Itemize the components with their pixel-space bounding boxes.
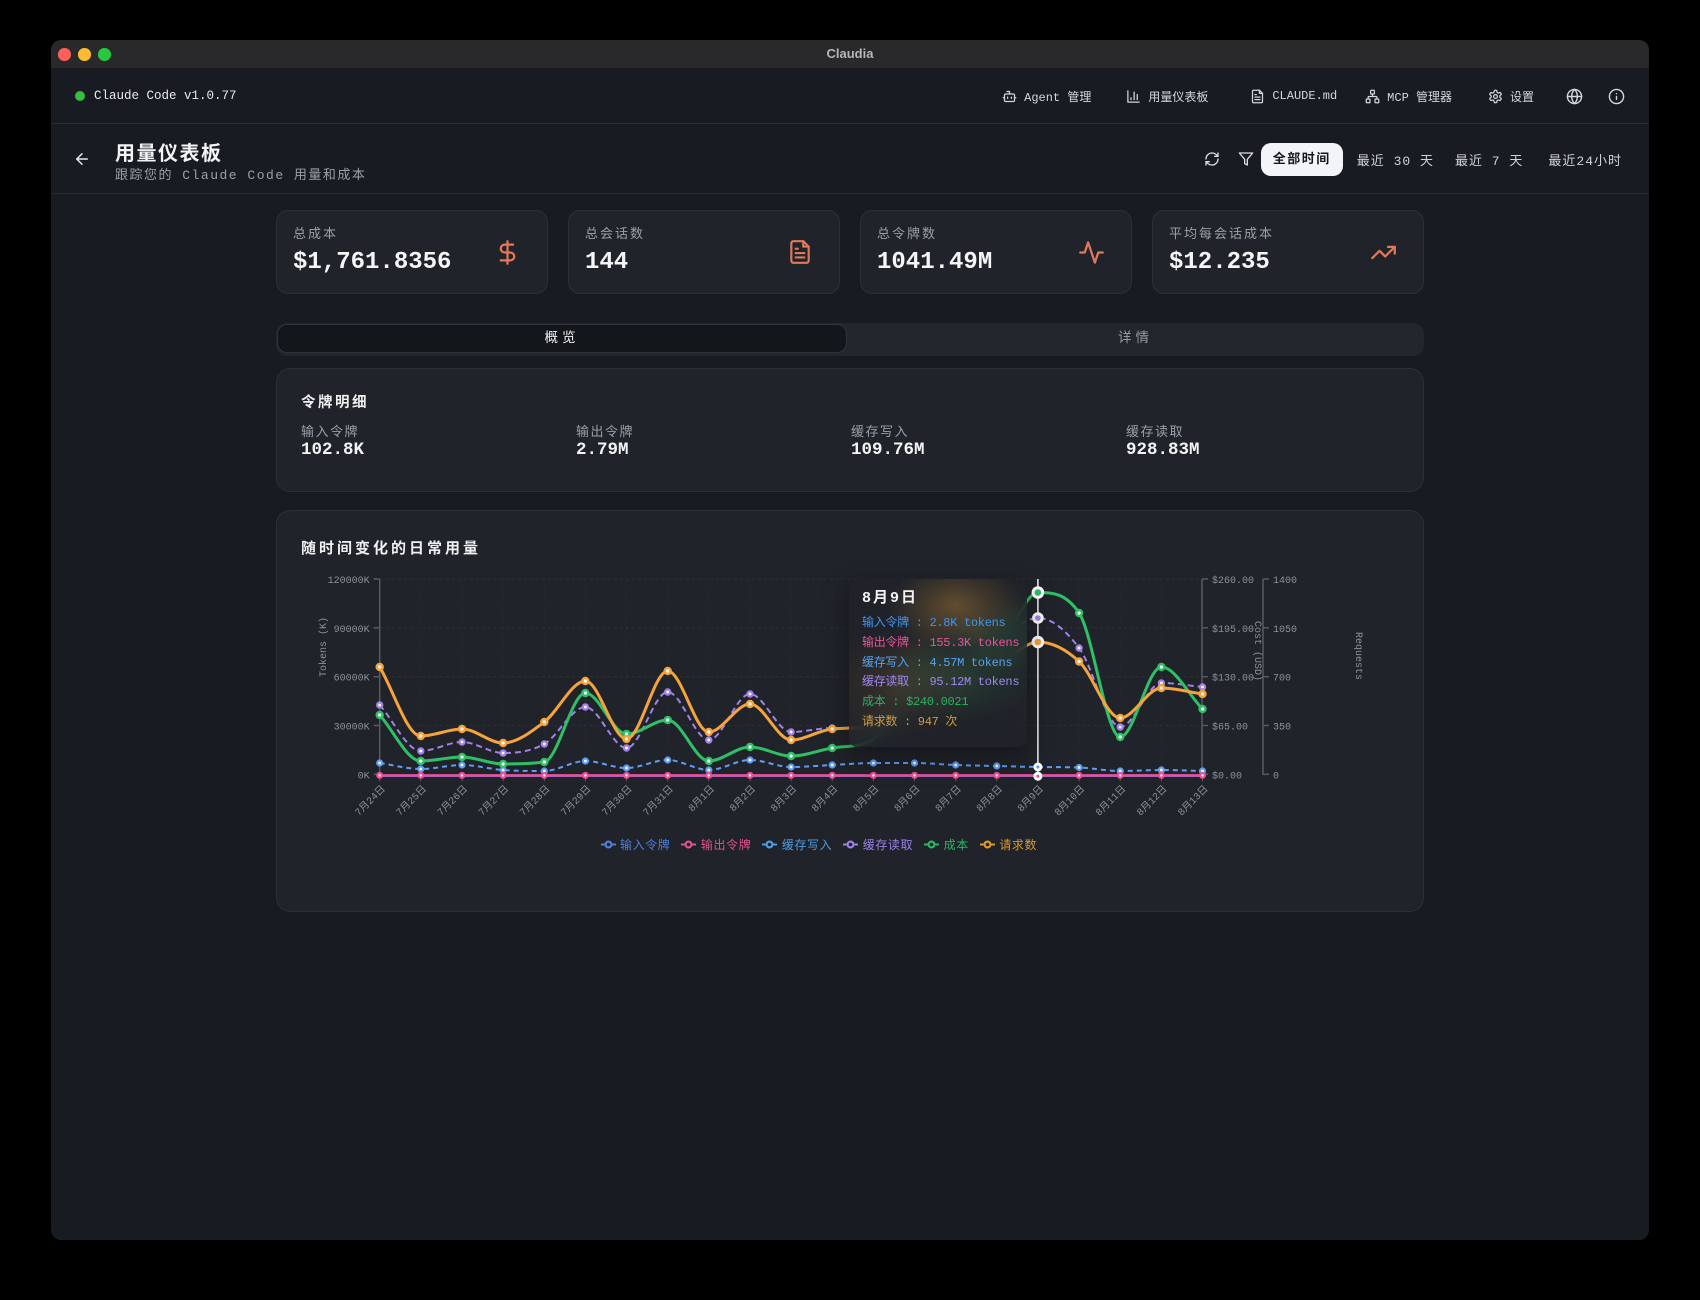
svg-text:0: 0 bbox=[1273, 771, 1279, 782]
svg-text:$260.00: $260.00 bbox=[1212, 575, 1254, 587]
svg-text:7月26日: 7月26日 bbox=[435, 783, 471, 819]
svg-text:7月30日: 7月30日 bbox=[599, 783, 635, 819]
svg-text:90000K: 90000K bbox=[334, 625, 370, 636]
svg-text:8月13日: 8月13日 bbox=[1175, 783, 1211, 819]
svg-text:7月28日: 7月28日 bbox=[517, 783, 553, 819]
svg-text:Requests: Requests bbox=[1352, 632, 1363, 680]
svg-text:8月6日: 8月6日 bbox=[891, 783, 923, 815]
svg-text:7月24日: 7月24日 bbox=[352, 783, 388, 819]
svg-text:1050: 1050 bbox=[1273, 625, 1297, 636]
svg-text:350: 350 bbox=[1273, 723, 1291, 734]
svg-text:Cost (USD): Cost (USD) bbox=[1251, 621, 1263, 681]
svg-text:$0.00: $0.00 bbox=[1212, 770, 1242, 782]
svg-text:7月27日: 7月27日 bbox=[476, 783, 512, 819]
svg-text:8月9日: 8月9日 bbox=[1015, 783, 1047, 815]
svg-text:Tokens (K): Tokens (K) bbox=[318, 617, 330, 677]
svg-text:60000K: 60000K bbox=[334, 674, 370, 685]
svg-text:8月2日: 8月2日 bbox=[727, 783, 759, 815]
svg-text:8月12日: 8月12日 bbox=[1134, 783, 1170, 819]
svg-text:8月8日: 8月8日 bbox=[974, 783, 1006, 815]
svg-text:8月7日: 8月7日 bbox=[933, 783, 965, 815]
svg-text:30000K: 30000K bbox=[334, 723, 370, 734]
svg-text:8月10日: 8月10日 bbox=[1052, 783, 1088, 819]
svg-text:8月1日: 8月1日 bbox=[686, 783, 718, 815]
svg-text:8月11日: 8月11日 bbox=[1093, 783, 1129, 819]
svg-text:$130.00: $130.00 bbox=[1212, 673, 1254, 685]
svg-text:$195.00: $195.00 bbox=[1212, 624, 1254, 636]
svg-text:$65.00: $65.00 bbox=[1212, 722, 1248, 734]
svg-text:8月5日: 8月5日 bbox=[850, 783, 882, 815]
svg-text:8月4日: 8月4日 bbox=[809, 783, 841, 815]
svg-text:7月29日: 7月29日 bbox=[558, 783, 594, 819]
svg-text:0K: 0K bbox=[358, 771, 370, 782]
svg-text:8月3日: 8月3日 bbox=[768, 783, 800, 815]
svg-text:7月31日: 7月31日 bbox=[640, 783, 676, 819]
svg-text:1400: 1400 bbox=[1273, 576, 1297, 587]
svg-text:120000K: 120000K bbox=[328, 576, 370, 587]
svg-text:700: 700 bbox=[1273, 674, 1291, 685]
svg-text:7月25日: 7月25日 bbox=[394, 783, 430, 819]
